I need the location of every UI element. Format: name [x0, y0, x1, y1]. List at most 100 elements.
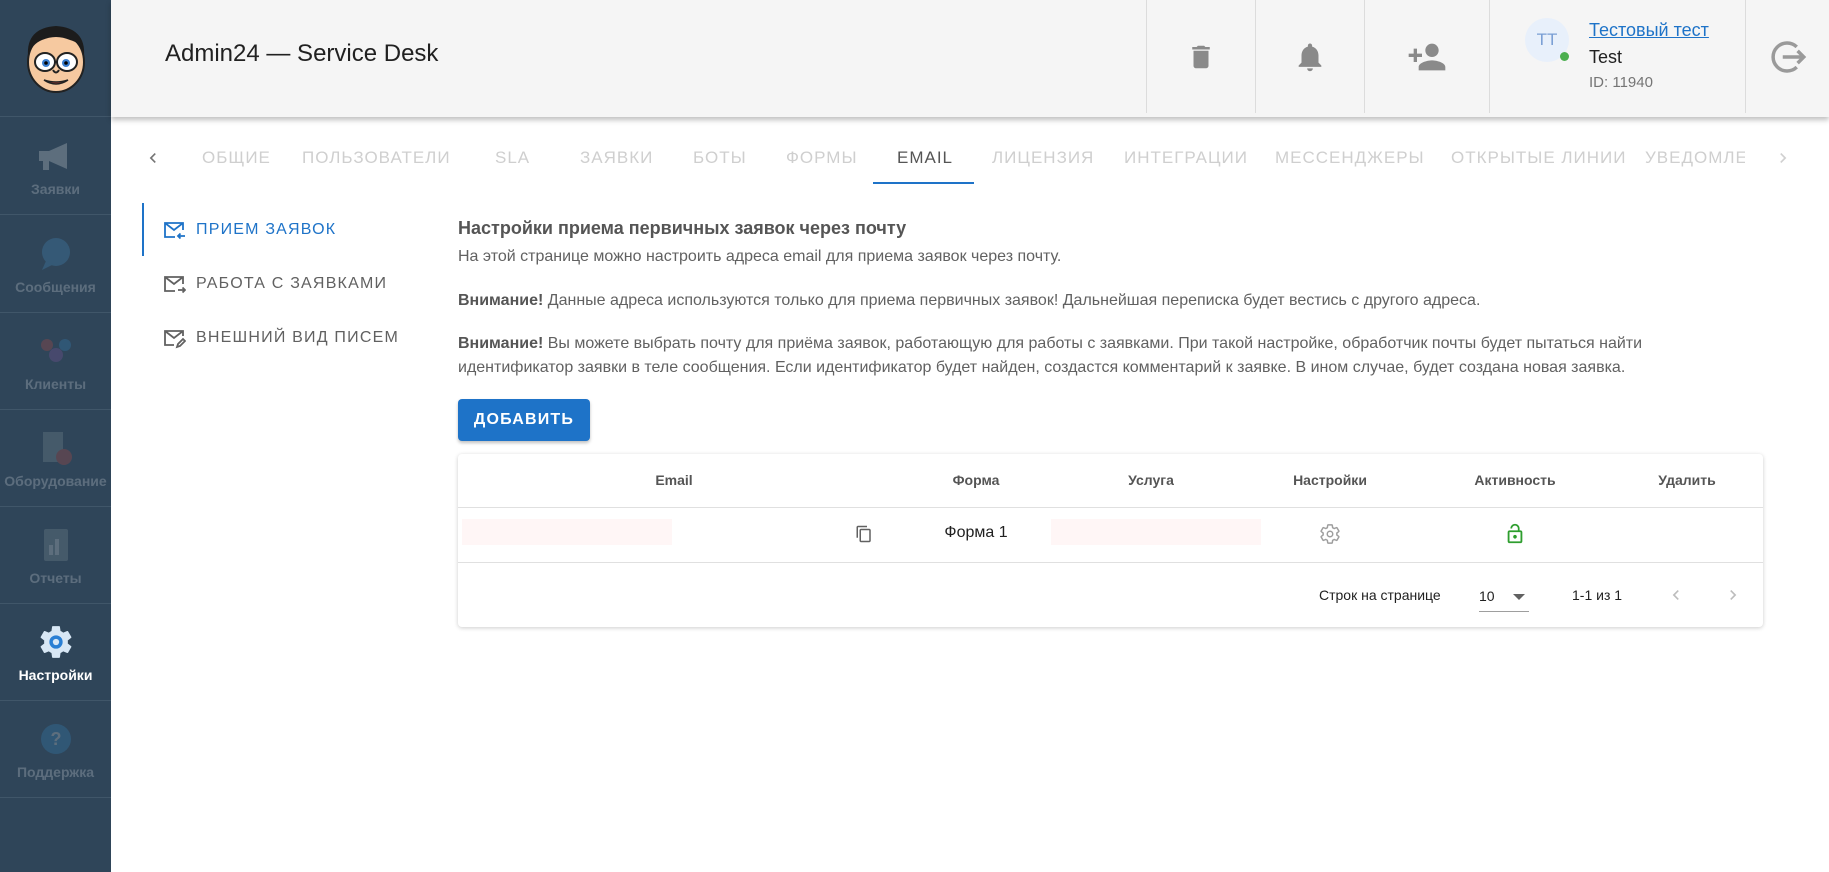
subnav-item-label: ПРИЕМ ЗАЯВОК — [196, 221, 337, 238]
sidebar-item-label: Настройки — [18, 667, 93, 683]
lock-open-icon — [1507, 523, 1523, 544]
section-title: Настройки приема первичных заявок через … — [458, 218, 907, 238]
column-header-delete[interactable]: Удалить — [1658, 472, 1715, 488]
notifications-button[interactable] — [1255, 0, 1364, 113]
bell-icon — [1298, 43, 1322, 71]
sidebar-item-label: Заявки — [31, 181, 80, 197]
mail-edit-icon — [164, 330, 186, 349]
sidebar: Заявки Сообщения Клиенты Оборудование От… — [0, 0, 111, 872]
tab-email[interactable]: EMAIL — [897, 148, 953, 168]
add-button[interactable]: ДОБАВИТЬ — [458, 399, 590, 441]
mail-forward-icon — [164, 276, 186, 294]
tabs-scroll-left-button[interactable] — [139, 144, 167, 172]
sidebar-item-label: Поддержка — [16, 764, 95, 780]
previous-page-button[interactable] — [1664, 583, 1688, 607]
row-settings-button[interactable] — [1318, 522, 1342, 546]
service-value-redacted — [1051, 519, 1261, 545]
sidebar-item-settings[interactable]: Настройки — [0, 604, 111, 701]
sidebar-item-equipment[interactable]: Оборудование — [0, 410, 111, 507]
header-divider — [458, 507, 1763, 508]
logout-icon — [1770, 40, 1806, 73]
sidebar-item-label: Оборудование — [4, 473, 107, 489]
tab-tickets[interactable]: ЗАЯВКИ — [580, 148, 653, 168]
copy-icon — [856, 525, 871, 543]
help-icon: ? — [35, 718, 77, 760]
subnav-item-label: ВНЕШНИЙ ВИД ПИСЕМ — [196, 329, 399, 346]
column-header-active[interactable]: Активность — [1474, 472, 1555, 488]
gear-icon — [1320, 524, 1340, 544]
clients-icon — [35, 330, 77, 372]
chat-icon — [35, 233, 77, 275]
sidebar-item-reports[interactable]: Отчеты — [0, 507, 111, 604]
tab-integrations[interactable]: ИНТЕГРАЦИИ — [1124, 148, 1248, 168]
active-tab-indicator — [873, 182, 974, 184]
warning-body: Данные адреса используются только для пр… — [543, 292, 1481, 309]
reports-icon — [35, 524, 77, 566]
sidebar-item-clients[interactable]: Клиенты — [0, 313, 111, 410]
tab-notifications[interactable]: УВЕДОМЛЕ — [1645, 148, 1745, 168]
tab-users[interactable]: ПОЛЬЗОВАТЕЛИ — [302, 148, 451, 168]
rows-per-page-select[interactable]: 10 — [1479, 586, 1529, 612]
top-header: Admin24 — Service Desk ТТ Тестовый тест … — [111, 0, 1829, 117]
warning-body: Вы можете выбрать почту для приёма заяво… — [458, 335, 1643, 376]
chevron-left-icon — [1672, 590, 1679, 600]
pagination-range: 1-1 из 1 — [1572, 587, 1623, 603]
sidebar-item-support[interactable]: ? Поддержка — [0, 701, 111, 798]
warning-text-1: Внимание! Данные адреса используются тол… — [458, 289, 1758, 313]
add-user-button[interactable] — [1364, 0, 1489, 113]
user-login: Test — [1589, 47, 1623, 67]
chevron-left-icon — [149, 153, 156, 163]
activity-toggle-button[interactable] — [1503, 521, 1527, 547]
rows-per-page-label: Строк на странице — [1319, 587, 1441, 603]
column-header-email[interactable]: Email — [655, 472, 692, 488]
megaphone-icon — [35, 135, 77, 177]
subnav-item-email-appearance[interactable]: ВНЕШНИЙ ВИД ПИСЕМ — [162, 323, 399, 353]
tab-license[interactable]: ЛИЦЕНЗИЯ — [992, 148, 1094, 168]
subnav-active-indicator — [142, 203, 144, 256]
email-value-redacted — [462, 519, 672, 545]
sidebar-item-label: Клиенты — [24, 376, 87, 392]
online-status-indicator — [1560, 52, 1569, 61]
caret-down-icon — [1513, 594, 1525, 600]
form-cell: Форма 1 — [944, 524, 1008, 541]
chevron-right-icon — [1780, 153, 1787, 163]
copy-email-button[interactable] — [853, 523, 875, 545]
svg-text:?: ? — [50, 729, 61, 749]
tab-bots[interactable]: БОТЫ — [693, 148, 747, 168]
trash-button[interactable] — [1146, 0, 1255, 113]
page-title: Admin24 — Service Desk — [165, 40, 439, 67]
mail-receive-icon — [164, 222, 185, 240]
sidebar-item-label: Отчеты — [29, 570, 82, 586]
app-logo[interactable] — [0, 0, 111, 117]
warning-label: Внимание! — [458, 292, 544, 309]
column-header-settings[interactable]: Настройки — [1293, 472, 1367, 488]
settings-tabs: ОБЩИЕ ПОЛЬЗОВАТЕЛИ SLA ЗАЯВКИ БОТЫ ФОРМЫ… — [111, 132, 1829, 184]
user-name-link[interactable]: Тестовый тест — [1589, 20, 1709, 41]
tabs-scroll-right-button[interactable] — [1769, 144, 1797, 172]
sidebar-item-messages[interactable]: Сообщения — [0, 216, 111, 313]
tab-sla[interactable]: SLA — [495, 148, 530, 168]
equipment-icon — [35, 427, 77, 469]
user-id: ID: 11940 — [1589, 74, 1653, 91]
tab-forms[interactable]: ФОРМЫ — [786, 148, 858, 168]
rows-per-page-value: 10 — [1479, 588, 1495, 604]
row-divider — [458, 562, 1763, 563]
column-header-service[interactable]: Услуга — [1128, 472, 1174, 488]
subnav-item-receive-tickets[interactable]: ПРИЕМ ЗАЯВОК — [162, 215, 336, 245]
subnav-item-work-with-tickets[interactable]: РАБОТА С ЗАЯВКАМИ — [162, 269, 387, 299]
add-user-icon — [1408, 43, 1446, 70]
tab-messengers[interactable]: МЕССЕНДЖЕРЫ — [1275, 148, 1425, 168]
chevron-right-icon — [1730, 590, 1737, 600]
user-profile: ТТ Тестовый тест Test ID: 11940 — [1489, 0, 1745, 113]
sidebar-item-label: Сообщения — [15, 279, 96, 295]
sidebar-item-tickets[interactable]: Заявки — [0, 118, 111, 215]
warning-text-2: Внимание! Вы можете выбрать почту для пр… — [458, 332, 1758, 380]
next-page-button[interactable] — [1721, 583, 1745, 607]
email-table: Email Форма Услуга Настройки Активность … — [458, 454, 1763, 627]
tab-open-lines[interactable]: ОТКРЫТЫЕ ЛИНИИ — [1451, 148, 1626, 168]
avatar-logo-icon — [26, 26, 85, 93]
column-header-form[interactable]: Форма — [953, 472, 1000, 488]
tab-general[interactable]: ОБЩИЕ — [202, 148, 271, 168]
intro-text: На этой странице можно настроить адреса … — [458, 248, 1062, 265]
logout-button[interactable] — [1745, 0, 1829, 113]
